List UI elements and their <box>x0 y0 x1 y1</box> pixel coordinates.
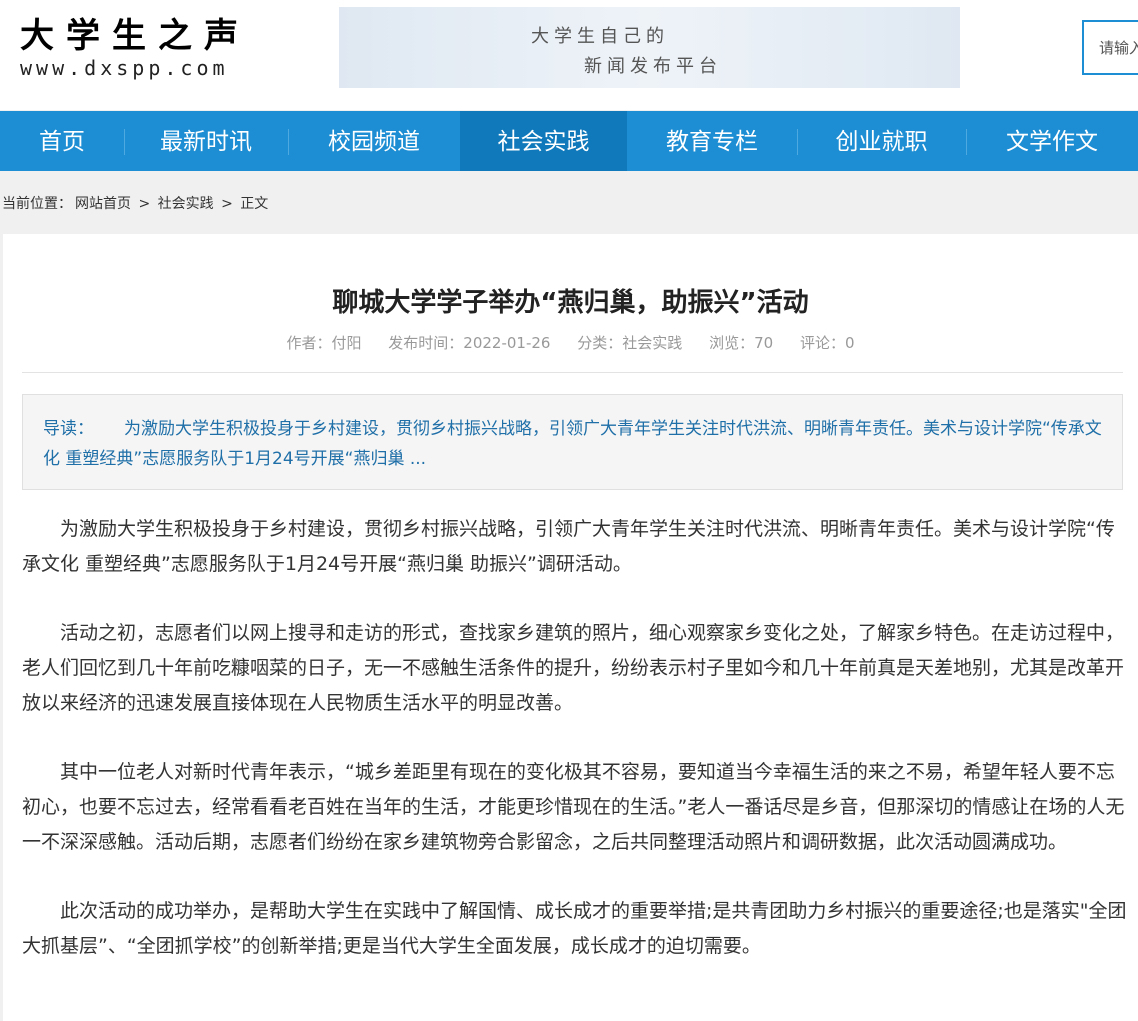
nav-divider <box>797 129 798 155</box>
meta-category: 分类：社会实践 <box>577 334 683 352</box>
breadcrumb-separator: > <box>221 196 233 212</box>
summary-text: 为激励大学生积极投身于乡村建设，贯彻乡村振兴战略，引领广大青年学生关注时代洪流、… <box>43 419 1102 469</box>
meta-views: 浏览：70 <box>709 334 774 352</box>
article-paragraph: 此次活动的成功举办，是帮助大学生在实践中了解国情、成长成才的重要举措;是共青团助… <box>22 900 1127 957</box>
logo-title: 大学生之声 <box>20 16 250 56</box>
nav-item-campus[interactable]: 校园频道 <box>288 111 460 171</box>
breadcrumb-current: 正文 <box>240 196 269 212</box>
meta-comments: 评论：0 <box>799 334 855 352</box>
title-divider <box>22 372 1123 373</box>
breadcrumb-category-link[interactable]: 社会实践 <box>158 196 214 212</box>
search-input[interactable] <box>1084 22 1138 73</box>
nav-item-social-practice[interactable]: 社会实践 <box>460 111 627 171</box>
meta-published: 发布时间：2022-01-26 <box>388 334 551 352</box>
nav-divider <box>288 129 289 155</box>
header-banner: 大学生自己的 新闻发布平台 <box>339 7 960 88</box>
article-body: 为激励大学生积极投身于乡村建设，贯彻乡村振兴战略，引领广大青年学生关注时代洪流、… <box>22 512 1127 998</box>
nav-divider <box>966 129 967 155</box>
article-paragraph: 活动之初，志愿者们以网上搜寻和走访的形式，查找家乡建筑的照片，细心观察家乡变化之… <box>22 622 1125 714</box>
nav-item-career[interactable]: 创业就职 <box>797 111 966 171</box>
banner-line-1: 大学生自己的 <box>531 26 669 47</box>
nav-item-literature[interactable]: 文学作文 <box>966 111 1138 171</box>
main-nav: 首页 最新时讯 校园频道 社会实践 教育专栏 创业就职 文学作文 <box>0 111 1138 171</box>
site-logo[interactable]: 大学生之声 www.dxspp.com <box>20 18 250 80</box>
nav-item-latest-news[interactable]: 最新时讯 <box>124 111 288 171</box>
logo-url: www.dxspp.com <box>20 56 229 80</box>
article-meta: 作者：付阳 发布时间：2022-01-26 分类：社会实践 浏览：70 评论：0 <box>3 332 1138 353</box>
article-paragraph: 其中一位老人对新时代青年表示，“城乡差距里有现在的变化极其不容易，要知道当今幸福… <box>22 761 1125 853</box>
breadcrumb-separator: > <box>138 196 151 212</box>
article-paragraph: 为激励大学生积极投身于乡村建设，贯彻乡村振兴战略，引领广大青年学生关注时代洪流、… <box>22 518 1115 575</box>
meta-author: 作者：付阳 <box>286 334 362 352</box>
banner-line-2: 新闻发布平台 <box>584 56 722 77</box>
nav-item-education[interactable]: 教育专栏 <box>627 111 797 171</box>
article-summary: 导读： 为激励大学生积极投身于乡村建设，贯彻乡村振兴战略，引领广大青年学生关注时代… <box>22 394 1123 490</box>
summary-label: 导读： <box>43 419 94 439</box>
nav-item-home[interactable]: 首页 <box>0 111 124 171</box>
article-title: 聊城大学学子举办“燕归巢，助振兴”活动 <box>332 288 809 318</box>
nav-divider <box>124 129 125 155</box>
site-header: 大学生之声 www.dxspp.com 大学生自己的 新闻发布平台 <box>0 0 1138 110</box>
search-box <box>1082 20 1138 75</box>
breadcrumb-home-link[interactable]: 网站首页 <box>75 196 131 212</box>
breadcrumb: 当前位置： 网站首页 > 社会实践 > 正文 <box>2 193 271 213</box>
breadcrumb-prefix: 当前位置： <box>2 196 72 212</box>
article-container: 聊城大学学子举办“燕归巢，助振兴”活动 作者：付阳 发布时间：2022-01-2… <box>3 234 1138 1021</box>
